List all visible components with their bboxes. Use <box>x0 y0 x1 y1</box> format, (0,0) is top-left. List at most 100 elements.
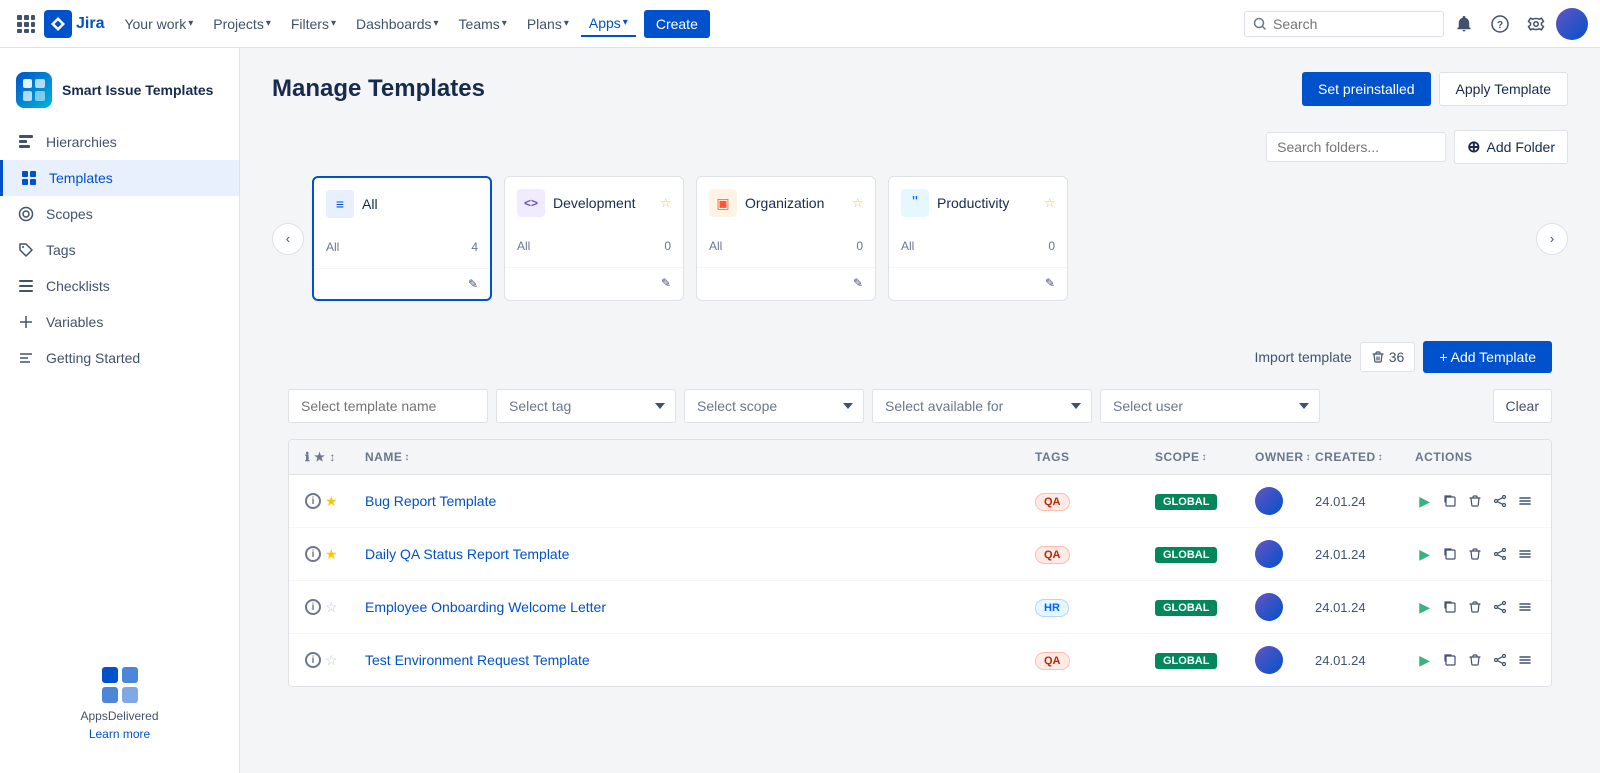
nav-your-work[interactable]: Your work ▾ <box>116 12 201 36</box>
sidebar-item-checklists[interactable]: Checklists <box>0 268 239 304</box>
menu-button[interactable] <box>1516 648 1535 672</box>
star-icon[interactable]: ★ <box>325 493 338 510</box>
nav-teams[interactable]: Teams ▾ <box>451 12 515 36</box>
row-icons: i ☆ <box>305 652 365 669</box>
row-icons: i ☆ <box>305 599 365 616</box>
copy-button[interactable] <box>1440 648 1459 672</box>
owner-cell <box>1255 593 1315 621</box>
learn-more-link[interactable]: Learn more <box>89 727 150 741</box>
play-button[interactable]: ▶ <box>1415 648 1434 672</box>
folder-search-input[interactable] <box>1266 132 1446 162</box>
folder-card-footer: ✎ <box>889 267 1067 298</box>
star-icon[interactable]: ★ <box>325 546 338 563</box>
folder-edit-button[interactable]: ✎ <box>853 276 863 290</box>
sidebar-item-hierarchies[interactable]: Hierarchies <box>0 124 239 160</box>
share-button[interactable] <box>1491 489 1510 513</box>
folder-card-productivity[interactable]: " Productivity ☆ All 0 ✎ <box>888 176 1068 301</box>
notifications-button[interactable] <box>1448 8 1480 40</box>
delete-button[interactable] <box>1465 542 1484 566</box>
filter-scope-select[interactable]: Select scope <box>684 389 864 423</box>
trash-icon <box>1468 547 1482 561</box>
folder-card-organization[interactable]: ▣ Organization ☆ All 0 ✎ <box>696 176 876 301</box>
share-button[interactable] <box>1491 595 1510 619</box>
nav-projects[interactable]: Projects ▾ <box>205 12 279 36</box>
play-button[interactable]: ▶ <box>1415 542 1434 566</box>
col-header-owner[interactable]: Owner ↕ <box>1255 450 1315 464</box>
folder-star-icon[interactable]: ☆ <box>852 196 863 210</box>
user-avatar[interactable] <box>1556 8 1588 40</box>
folder-edit-button[interactable]: ✎ <box>1045 276 1055 290</box>
info-icon[interactable]: i <box>305 493 321 509</box>
copy-button[interactable] <box>1440 595 1459 619</box>
col-header-scope[interactable]: Scope ↕ <box>1155 450 1255 464</box>
folder-edit-button[interactable]: ✎ <box>468 277 478 291</box>
template-name-link[interactable]: Daily QA Status Report Template <box>365 546 1035 562</box>
filter-tag-select[interactable]: Select tag <box>496 389 676 423</box>
share-button[interactable] <box>1491 648 1510 672</box>
sidebar-item-scopes[interactable]: Scopes <box>0 196 239 232</box>
nav-plans[interactable]: Plans ▾ <box>519 12 577 36</box>
checklists-icon <box>16 276 36 296</box>
folder-card-header: ▣ Organization ☆ <box>697 177 875 229</box>
delete-button[interactable] <box>1465 489 1484 513</box>
info-icon[interactable]: i <box>305 652 321 668</box>
folder-card-development[interactable]: <> Development ☆ All 0 ✎ <box>504 176 684 301</box>
info-icon[interactable]: i <box>305 599 321 615</box>
bell-icon <box>1455 15 1473 33</box>
copy-button[interactable] <box>1440 489 1459 513</box>
add-template-button[interactable]: + Add Template <box>1423 341 1552 373</box>
filter-user-select[interactable]: Select user <box>1100 389 1320 423</box>
sort-col-icon: ↕ <box>329 450 336 464</box>
menu-button[interactable] <box>1516 542 1535 566</box>
folder-star-icon[interactable]: ☆ <box>1044 196 1055 210</box>
delete-button[interactable] <box>1465 595 1484 619</box>
sidebar-item-variables[interactable]: Variables <box>0 304 239 340</box>
create-button[interactable]: Create <box>644 10 710 38</box>
nav-filters[interactable]: Filters ▾ <box>283 12 344 36</box>
set-preinstalled-button[interactable]: Set preinstalled <box>1302 72 1431 106</box>
folder-name: Organization <box>745 195 844 211</box>
menu-button[interactable] <box>1516 595 1535 619</box>
add-folder-button[interactable]: ⊕ Add Folder <box>1454 130 1568 164</box>
template-name-link[interactable]: Employee Onboarding Welcome Letter <box>365 599 1035 615</box>
sidebar-item-templates[interactable]: Templates <box>0 160 239 196</box>
import-template-link[interactable]: Import template <box>1255 349 1352 365</box>
filter-available-select[interactable]: Select available for <box>872 389 1092 423</box>
template-name-link[interactable]: Test Environment Request Template <box>365 652 1035 668</box>
actions-cell: ▶ <box>1415 595 1535 619</box>
sidebar-item-getting-started[interactable]: Getting Started <box>0 340 239 376</box>
info-icon[interactable]: i <box>305 546 321 562</box>
nav-dashboards[interactable]: Dashboards ▾ <box>348 12 447 36</box>
folder-card-all[interactable]: ≡ All All 4 ✎ <box>312 176 492 301</box>
star-icon[interactable]: ☆ <box>325 652 338 669</box>
folder-prev-button[interactable]: ‹ <box>272 223 304 255</box>
search-box[interactable] <box>1244 11 1444 37</box>
jira-logo[interactable]: Jira <box>44 10 104 38</box>
menu-icon <box>1518 653 1532 667</box>
play-button[interactable]: ▶ <box>1415 595 1434 619</box>
copy-button[interactable] <box>1440 542 1459 566</box>
sidebar-item-tags[interactable]: Tags <box>0 232 239 268</box>
template-name-link[interactable]: Bug Report Template <box>365 493 1035 509</box>
apply-template-button[interactable]: Apply Template <box>1439 72 1568 106</box>
clear-filters-button[interactable]: Clear <box>1493 389 1552 423</box>
star-icon[interactable]: ☆ <box>325 599 338 616</box>
delete-count-button[interactable]: 36 <box>1360 342 1416 372</box>
help-button[interactable]: ? <box>1484 8 1516 40</box>
folder-card-header: ≡ All <box>314 178 490 230</box>
col-header-created[interactable]: Created ↕ <box>1315 450 1415 464</box>
folder-edit-button[interactable]: ✎ <box>661 276 671 290</box>
menu-button[interactable] <box>1516 489 1535 513</box>
col-header-name[interactable]: Name ↕ <box>365 450 1035 464</box>
share-button[interactable] <box>1491 542 1510 566</box>
nav-apps[interactable]: Apps ▾ <box>581 11 636 37</box>
filter-template-name[interactable] <box>288 389 488 423</box>
folder-star-icon[interactable]: ☆ <box>660 196 671 210</box>
grid-icon[interactable] <box>12 10 40 38</box>
delete-button[interactable] <box>1465 648 1484 672</box>
search-input[interactable] <box>1273 16 1413 32</box>
play-button[interactable]: ▶ <box>1415 489 1434 513</box>
col-header-actions: Actions <box>1415 450 1535 464</box>
settings-button[interactable] <box>1520 8 1552 40</box>
folder-next-button[interactable]: › <box>1536 223 1568 255</box>
